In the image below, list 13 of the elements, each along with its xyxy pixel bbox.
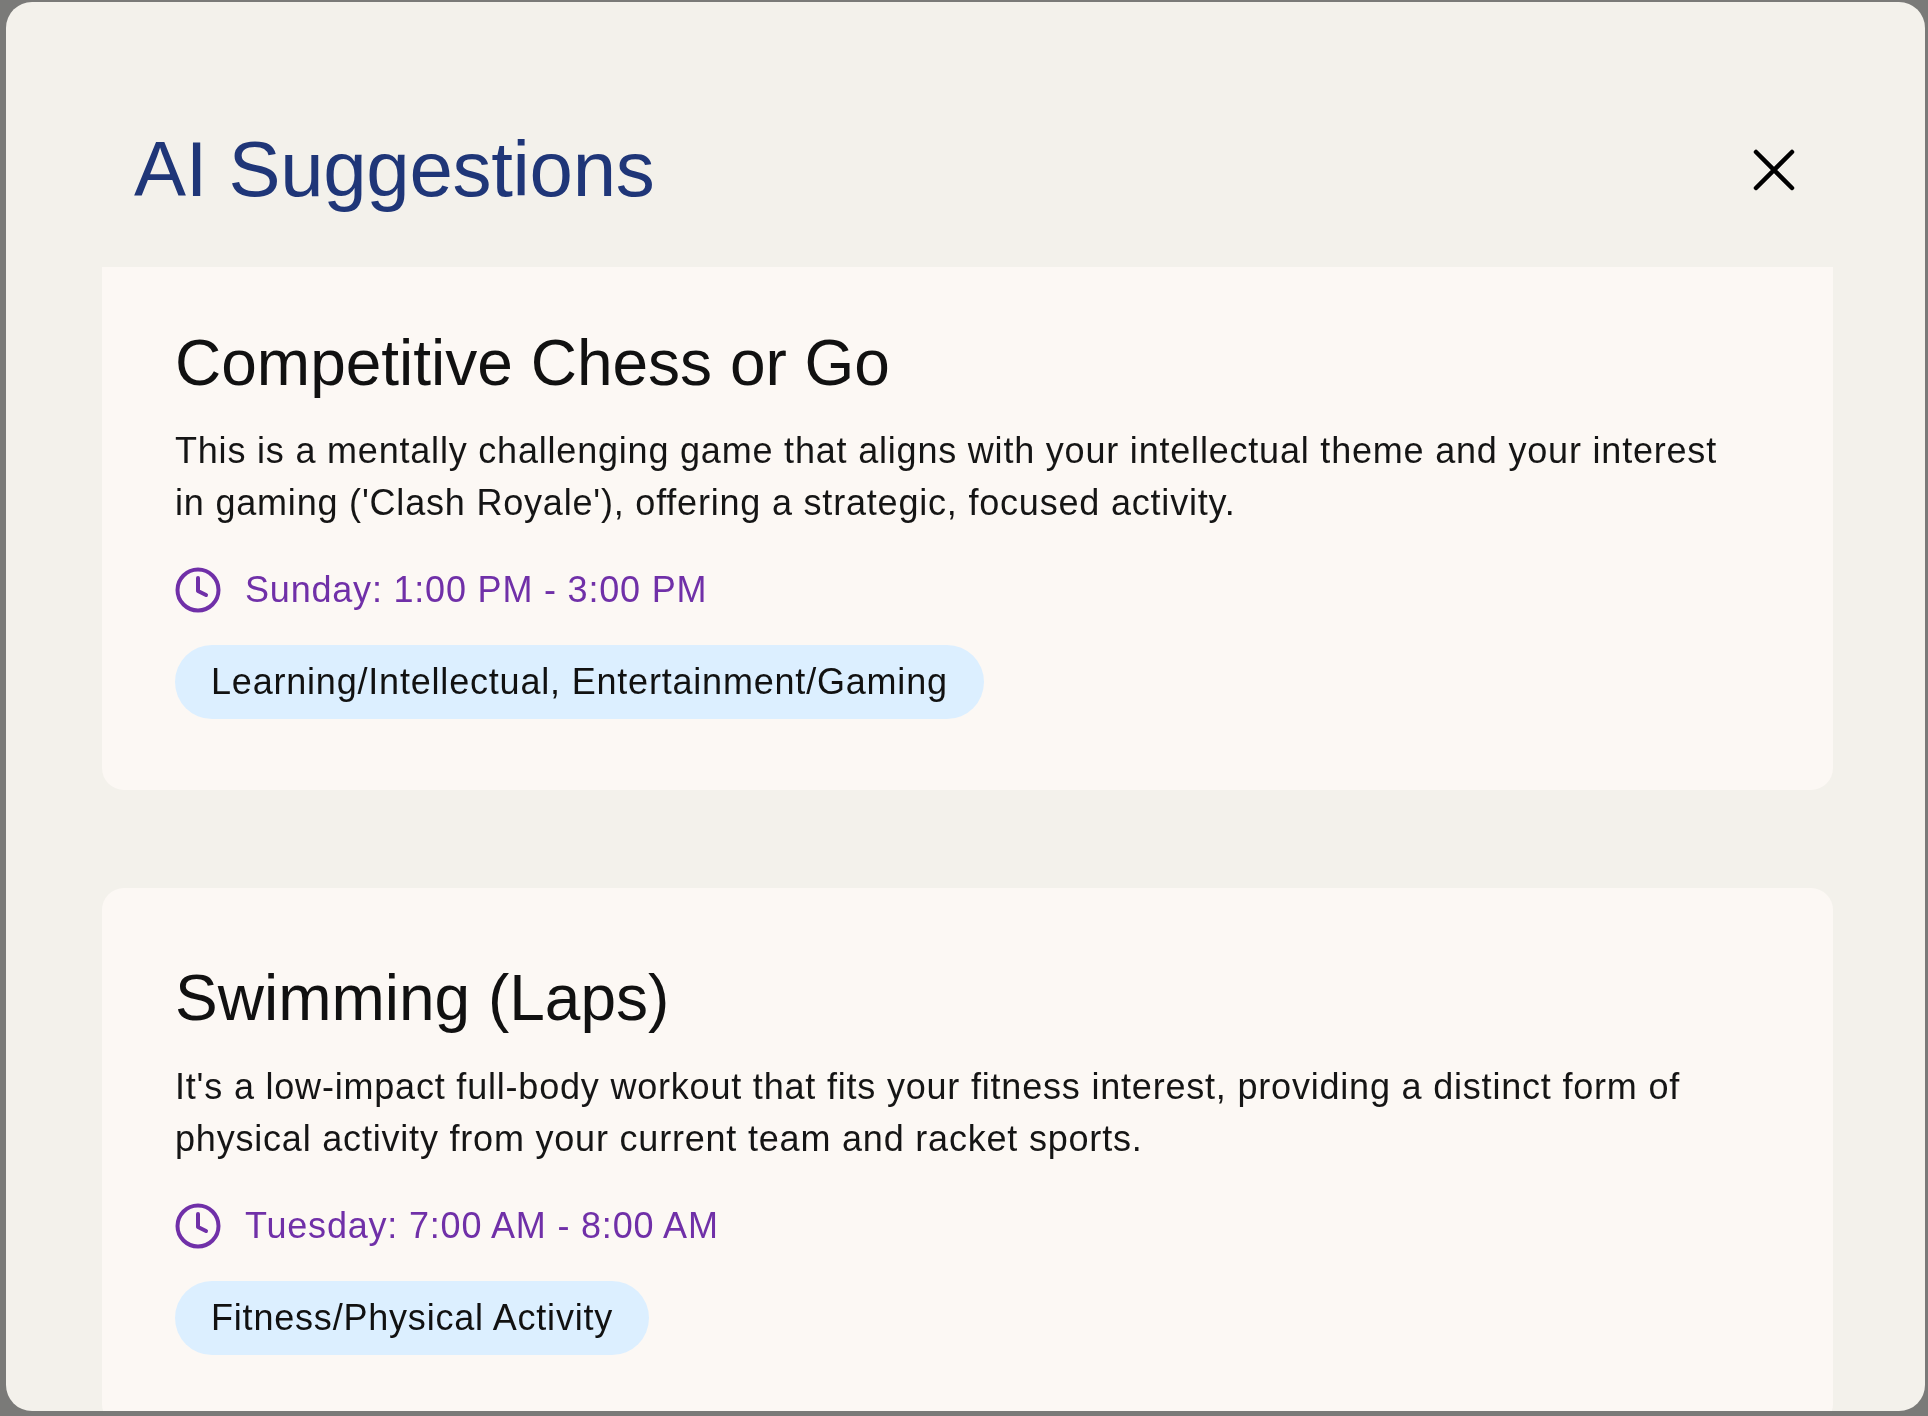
- time-slot: Tuesday: 7:00 AM - 8:00 AM: [245, 1200, 719, 1253]
- clock-icon: [175, 1203, 221, 1250]
- suggestion-title: Competitive Chess or Go: [175, 325, 891, 401]
- close-button[interactable]: [1753, 148, 1795, 191]
- suggestion-description: This is a mentally challenging game that aligns with your intellectual theme and your interest in gaming ('Clash Royale'), offering a strategic, focused activity.: [175, 429, 1718, 526]
- time-slot: Sunday: 1:00 PM - 3:00 PM: [245, 564, 708, 617]
- clock-icon: [175, 567, 221, 614]
- suggestion-title: Swimming (Laps): [175, 961, 671, 1037]
- category-tag: Learning/Intellectual, Entertainment/Gaming: [175, 645, 984, 720]
- suggestion-description: It's a low-impact full-body workout that fits your fitness interest, providing a distinct form of physical activity from your current team and racket sports.: [175, 1065, 1682, 1162]
- dialog-title: AI Suggestions: [134, 124, 655, 215]
- category-tag: Fitness/Physical Activity: [175, 1281, 650, 1356]
- close-icon: [1753, 148, 1795, 191]
